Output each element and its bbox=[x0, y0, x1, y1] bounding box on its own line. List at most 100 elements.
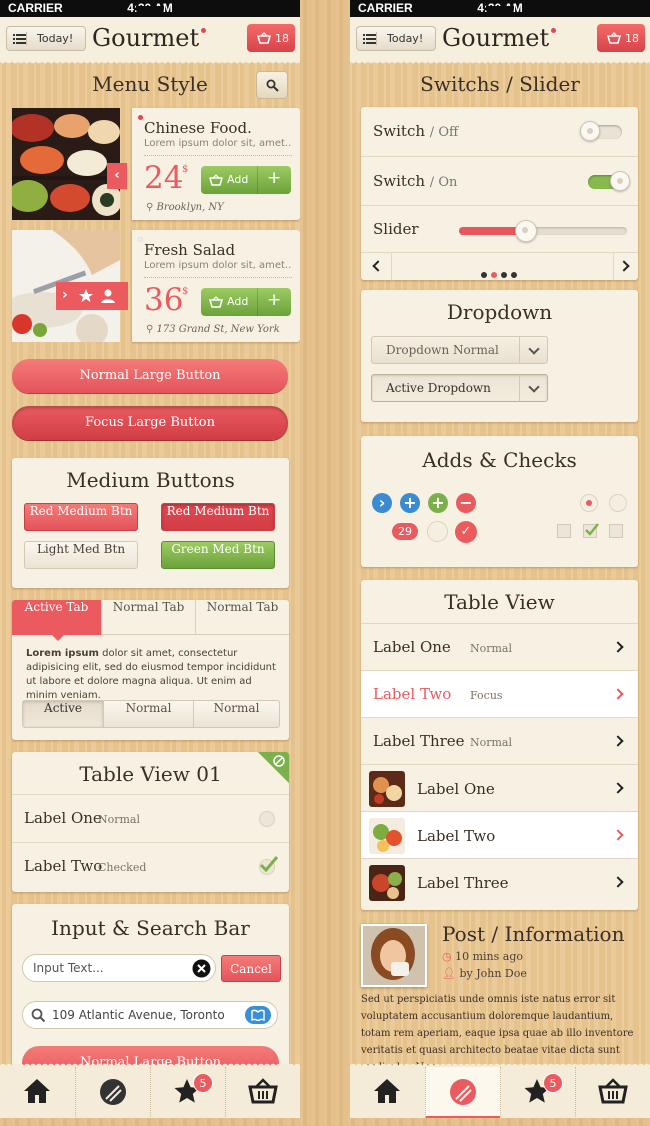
star-icon[interactable] bbox=[78, 288, 94, 304]
search-input[interactable]: 109 Atlantic Avenue, Toronto bbox=[22, 1001, 278, 1029]
input-search-card: Input & Search Bar Input Text... Cancel … bbox=[12, 904, 289, 1080]
table-row-image-focused[interactable]: Label Two bbox=[361, 811, 638, 858]
book-glyph bbox=[251, 1009, 265, 1021]
new-indicator bbox=[138, 237, 143, 242]
slider-label: Slider bbox=[373, 220, 419, 238]
plus-icon: + bbox=[267, 290, 282, 310]
nav-bar: Today! Gourmet 18 bbox=[0, 17, 300, 65]
search-icon bbox=[31, 1008, 46, 1023]
checkbox-unchecked[interactable] bbox=[557, 524, 571, 538]
text-input[interactable]: Input Text... bbox=[22, 954, 216, 982]
adds-checks-title: Adds & Checks bbox=[422, 448, 577, 472]
unchecked-circle[interactable] bbox=[259, 811, 275, 827]
green-medium-button[interactable]: Green Med Btn bbox=[161, 541, 275, 569]
slider-track[interactable] bbox=[459, 220, 627, 242]
tab-cart[interactable] bbox=[225, 1067, 300, 1118]
page-dot[interactable] bbox=[491, 272, 497, 278]
tab-favorites[interactable]: 5 bbox=[500, 1067, 575, 1118]
switch-row: Switch / On bbox=[361, 156, 638, 205]
table-row-focused[interactable]: Label Two Focus bbox=[361, 670, 638, 717]
menu-button[interactable]: Today! bbox=[356, 26, 436, 51]
slider-knob[interactable] bbox=[515, 220, 538, 242]
input-placeholder: Input Text... bbox=[33, 961, 104, 975]
add-to-cart-button[interactable]: Add + bbox=[201, 166, 291, 194]
chevron-right-icon[interactable] bbox=[618, 260, 630, 272]
light-medium-button[interactable]: Light Med Btn bbox=[24, 541, 138, 569]
table-row[interactable]: Label One Normal bbox=[12, 794, 289, 842]
dropdown-title: Dropdown bbox=[446, 300, 553, 324]
row-label: Label Three bbox=[373, 732, 465, 750]
sushi-photo bbox=[12, 108, 120, 220]
normal-large-button[interactable]: Normal Large Button bbox=[12, 359, 288, 393]
post-time: ◷ 10 mins ago bbox=[442, 950, 523, 963]
toggle-knob[interactable] bbox=[610, 171, 630, 191]
red-medium-button[interactable]: Red Medium Btn bbox=[24, 503, 138, 531]
segment-normal[interactable]: Normal bbox=[193, 701, 279, 727]
cart-count: 18 bbox=[275, 32, 289, 45]
table-row-image[interactable]: Label One bbox=[361, 764, 638, 811]
radio-unselected[interactable] bbox=[609, 494, 627, 512]
fork-knife-icon bbox=[450, 1079, 476, 1105]
add-to-cart-button[interactable]: Add + bbox=[201, 288, 291, 316]
tab-normal[interactable]: Normal Tab bbox=[101, 600, 195, 635]
segment-active[interactable]: Active bbox=[23, 701, 103, 727]
food-card[interactable]: ‹ Chinese Food. Lorem ipsum dolor sit, a… bbox=[12, 108, 300, 220]
tab-home[interactable] bbox=[0, 1067, 75, 1118]
unchecked-circle[interactable] bbox=[427, 521, 448, 542]
page-indicator bbox=[479, 263, 519, 282]
expand-chevron[interactable]: ‹ bbox=[107, 163, 127, 189]
cancel-button[interactable]: Cancel bbox=[221, 955, 281, 982]
tab-home[interactable] bbox=[350, 1067, 425, 1118]
cart-button[interactable]: 18 bbox=[247, 24, 295, 52]
chevron-right-icon bbox=[612, 641, 624, 653]
dropdown-normal[interactable]: Dropdown Normal bbox=[371, 336, 548, 364]
segment-normal[interactable]: Normal bbox=[103, 701, 193, 727]
table-row[interactable]: Label One Normal bbox=[361, 623, 638, 670]
row-label: Label One bbox=[373, 638, 451, 656]
focus-large-button[interactable]: Focus Large Button bbox=[12, 406, 288, 440]
page-dot[interactable] bbox=[501, 272, 507, 278]
menu-button[interactable]: Today! bbox=[6, 26, 86, 51]
tab-active[interactable]: Active Tab bbox=[12, 600, 101, 635]
tab-restaurant[interactable] bbox=[75, 1067, 150, 1118]
remove-circle-icon[interactable]: − bbox=[456, 493, 476, 513]
toggle-knob[interactable] bbox=[580, 121, 600, 141]
dropdown-active[interactable]: Active Dropdown bbox=[371, 374, 548, 402]
tab-favorites[interactable]: 5 bbox=[150, 1067, 225, 1118]
clear-icon[interactable] bbox=[192, 959, 211, 978]
toggle-off[interactable] bbox=[580, 121, 622, 141]
table-row[interactable]: Label Three Normal bbox=[361, 717, 638, 764]
arrow-right-circle-icon[interactable]: › bbox=[372, 493, 392, 513]
red-medium-button-pressed[interactable]: Red Medium Btn bbox=[161, 503, 275, 531]
count-badge: 29 bbox=[392, 523, 418, 540]
row-sublabel: Normal bbox=[98, 813, 141, 826]
page-dot[interactable] bbox=[481, 272, 487, 278]
action-ribbon[interactable]: › bbox=[56, 282, 128, 310]
cart-count: 18 bbox=[625, 32, 639, 45]
toggle-on[interactable] bbox=[588, 171, 630, 191]
row-sublabel: Normal bbox=[470, 642, 513, 655]
table-row-image[interactable]: Label Three bbox=[361, 858, 638, 905]
check-circle-icon[interactable]: ✓ bbox=[455, 521, 477, 543]
table-row[interactable]: Label Two Checked bbox=[12, 842, 289, 890]
checkbox-unchecked[interactable] bbox=[609, 524, 623, 538]
cart-button[interactable]: 18 bbox=[597, 24, 645, 52]
search-button[interactable] bbox=[256, 71, 288, 99]
checkbox-checked[interactable] bbox=[583, 523, 599, 538]
page-dot[interactable] bbox=[511, 272, 517, 278]
tab-cart[interactable] bbox=[575, 1067, 650, 1118]
tab-restaurant[interactable] bbox=[425, 1067, 500, 1118]
row-sublabel: Focus bbox=[470, 689, 503, 702]
switches-card: Switch / Off Switch / On Slider bbox=[361, 107, 638, 280]
app-logo: Gourmet bbox=[442, 24, 550, 52]
add-circle-green-icon[interactable]: + bbox=[428, 493, 448, 513]
radio-selected[interactable] bbox=[580, 494, 598, 512]
food-card[interactable]: › Fresh Salad Lorem ipsum dolor sit, ame… bbox=[12, 230, 300, 342]
tab-normal[interactable]: Normal Tab bbox=[195, 600, 289, 635]
divider bbox=[257, 166, 258, 194]
logo-dot bbox=[201, 28, 206, 33]
user-icon[interactable] bbox=[100, 288, 116, 304]
add-circle-blue-icon[interactable]: + bbox=[400, 493, 420, 513]
chevron-left-icon[interactable] bbox=[372, 260, 384, 272]
author-photo[interactable] bbox=[361, 924, 427, 987]
